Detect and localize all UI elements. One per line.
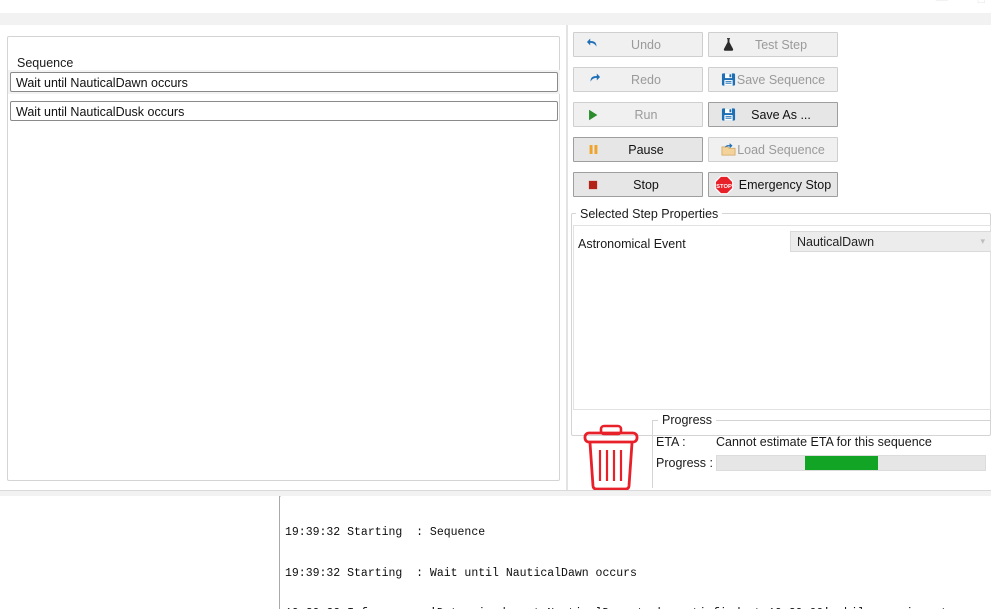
list-item[interactable]: Wait until NauticalDawn occurs <box>8 70 560 94</box>
sequence-step-0[interactable]: Wait until NauticalDawn occurs <box>10 72 558 92</box>
log-lines: 19:39:32 Starting : Sequence 19:39:32 St… <box>285 499 961 609</box>
progress-group-label: Progress <box>658 414 717 427</box>
svg-text:STOP: STOP <box>716 183 732 189</box>
run-button[interactable]: Run <box>573 102 703 127</box>
redo-button[interactable]: Redo <box>573 67 703 92</box>
progress-bar-fill <box>805 456 878 470</box>
astronomical-event-label: Astronomical Event <box>578 237 686 251</box>
astronomical-event-select[interactable]: NauticalDawn ▾ <box>790 231 991 252</box>
undo-button[interactable]: Undo <box>573 32 703 57</box>
load-sequence-button[interactable]: Load Sequence <box>708 137 838 162</box>
floppy-disk-icon <box>718 103 738 126</box>
undo-arrow-icon <box>583 33 603 56</box>
window-controls[interactable]: — □ <box>936 0 985 6</box>
sequence-pane: Sequence Wait until NauticalDawn occurs … <box>0 25 566 490</box>
maximize-icon[interactable]: □ <box>978 0 985 6</box>
eta-row: ETA : Cannot estimate ETA for this seque… <box>656 435 932 449</box>
sequence-list[interactable]: Wait until NauticalDawn occurs Wait unti… <box>8 70 560 123</box>
astronomical-event-value: NauticalDawn <box>797 234 875 249</box>
log-line: 19:39:32 Starting : Wait until NauticalD… <box>285 566 637 580</box>
bottom-left-panel <box>0 496 280 609</box>
toolbar-band <box>0 13 991 25</box>
progress-row: Progress : <box>656 455 986 471</box>
stop-square-icon <box>583 173 603 196</box>
sequence-step-1[interactable]: Wait until NauticalDusk occurs <box>10 101 558 121</box>
log-panel[interactable]: 19:39:32 Starting : Sequence 19:39:32 St… <box>281 496 991 609</box>
progress-label-text: Progress : <box>656 456 713 470</box>
play-triangle-icon <box>583 103 603 126</box>
action-button-grid: Undo Test Step Redo Save Sequence Run Sa… <box>573 32 838 197</box>
stop-sign-icon: STOP <box>713 173 735 196</box>
sequence-group-label: Sequence <box>13 57 78 70</box>
eta-label: ETA : <box>656 435 686 449</box>
log-line: 19:39:32 Starting : Sequence <box>285 526 486 539</box>
eta-value: Cannot estimate ETA for this sequence <box>716 435 932 449</box>
minimize-icon[interactable]: — <box>936 0 948 6</box>
title-bar: — □ <box>0 0 991 14</box>
floppy-disk-icon <box>718 68 738 91</box>
delete-step-dropzone[interactable] <box>576 420 646 492</box>
chevron-down-icon[interactable]: ▾ <box>980 236 985 247</box>
progress-groupbox <box>652 420 991 488</box>
open-folder-icon <box>718 138 738 161</box>
test-step-button[interactable]: Test Step <box>708 32 838 57</box>
pause-button[interactable]: Pause <box>573 137 703 162</box>
emergency-stop-button[interactable]: STOP Emergency Stop <box>708 172 838 197</box>
astronomical-event-row: Astronomical Event NauticalDawn ▾ <box>578 231 991 257</box>
redo-arrow-icon <box>583 68 603 91</box>
selected-step-properties-label: Selected Step Properties <box>576 208 723 221</box>
save-as-button[interactable]: Save As ... <box>708 102 838 127</box>
stop-button[interactable]: Stop <box>573 172 703 197</box>
save-sequence-button[interactable]: Save Sequence <box>708 67 838 92</box>
control-pane: Undo Test Step Redo Save Sequence Run Sa… <box>568 25 991 492</box>
progress-bar <box>716 455 986 471</box>
list-item[interactable]: Wait until NauticalDusk occurs <box>8 99 560 123</box>
pause-bars-icon <box>583 138 603 161</box>
flask-icon <box>718 33 738 56</box>
